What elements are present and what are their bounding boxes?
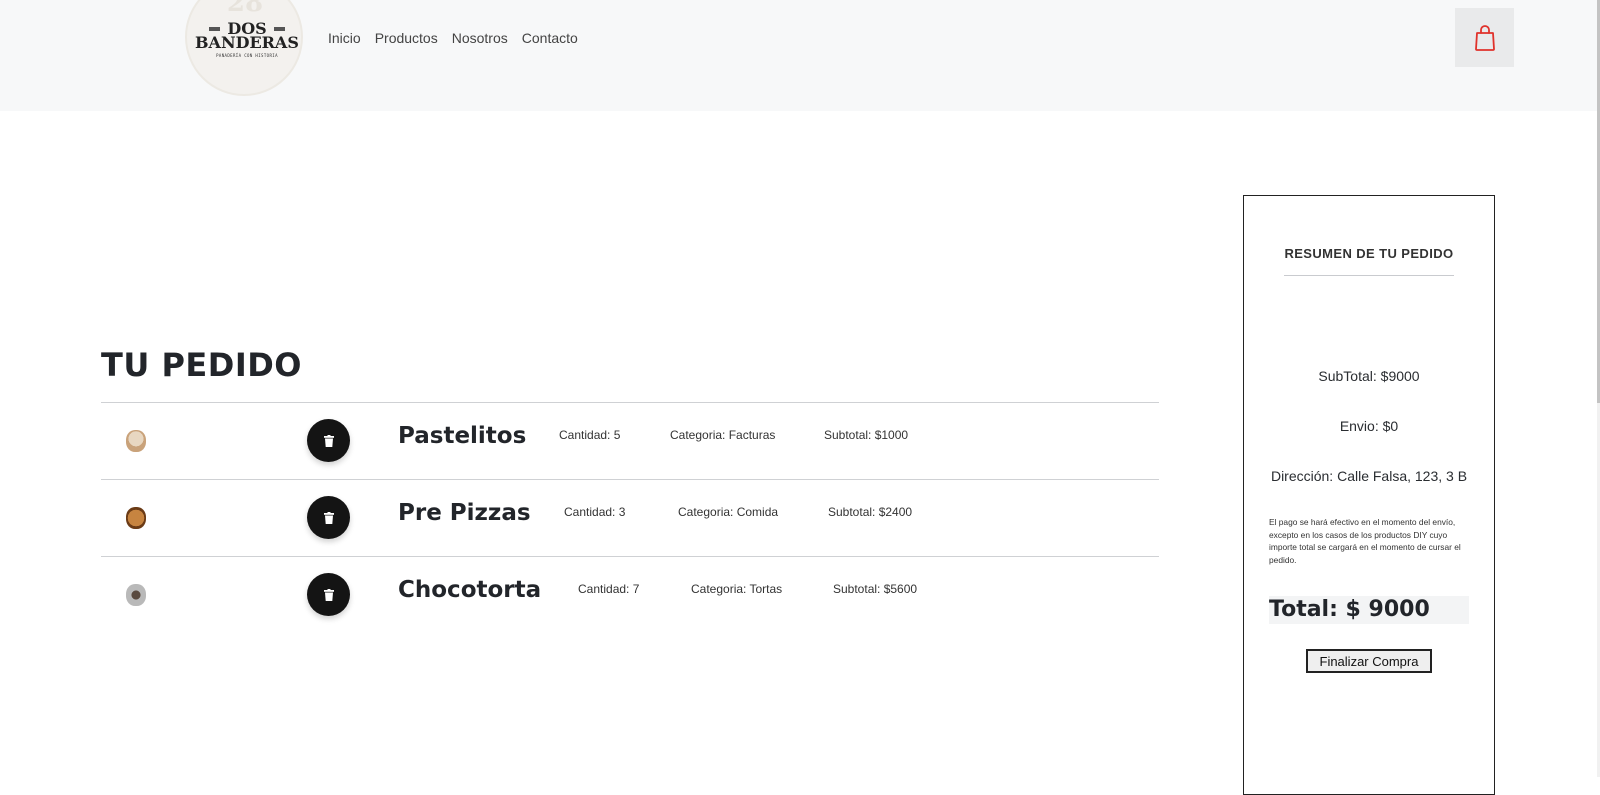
finish-purchase-button[interactable]: Finalizar Compra (1306, 649, 1432, 673)
total-box: Total: $ 9000 (1269, 596, 1469, 624)
summary-subtotal: SubTotal: $9000 (1318, 368, 1420, 384)
item-subtotal: Subtotal: $1000 (824, 428, 909, 442)
logo-bottom-text: BANDERAS (195, 33, 299, 52)
shopping-bag-icon (1474, 24, 1495, 51)
order-total: Total: $ 9000 (1269, 597, 1430, 622)
item-name: Pastelitos (398, 423, 527, 449)
order-item-row: Chocotorta Cantidad: 7 Categoria: Tortas… (101, 556, 1159, 633)
item-subtotal: Subtotal: $2400 (828, 505, 913, 519)
nav-link-nosotros[interactable]: Nosotros (452, 30, 508, 46)
summary-divider (1284, 275, 1454, 276)
delete-item-button[interactable] (307, 496, 350, 539)
order-item-row: Pre Pizzas Cantidad: 3 Categoria: Comida… (101, 479, 1159, 556)
summary-shipping: Envio: $0 (1339, 418, 1399, 434)
order-summary-panel: RESUMEN DE TU PEDIDO SubTotal: $9000 Env… (1243, 195, 1495, 795)
order-item-row: Pastelitos Cantidad: 5 Categoria: Factur… (101, 402, 1159, 479)
brand-logo[interactable]: 28 DOS BANDERAS PANADERÍA CON HISTORIA (185, 0, 305, 100)
nav-link-productos[interactable]: Productos (375, 30, 438, 46)
logo-dash-right (274, 27, 285, 31)
item-quantity: Cantidad: 3 (564, 505, 626, 519)
product-thumbnail (126, 430, 146, 452)
cart-button[interactable] (1455, 8, 1514, 67)
nav-link-contacto[interactable]: Contacto (522, 30, 578, 46)
item-name: Chocotorta (398, 577, 542, 603)
item-category: Categoria: Tortas (691, 582, 783, 596)
logo-seal-number: 28 (226, 0, 264, 18)
trash-icon (323, 588, 334, 601)
item-quantity: Cantidad: 5 (559, 428, 621, 442)
payment-note: El pago se hará efectivo en el momento d… (1269, 517, 1461, 565)
site-header: 28 DOS BANDERAS PANADERÍA CON HISTORIA I… (0, 0, 1600, 111)
delete-item-button[interactable] (307, 419, 350, 462)
item-category: Categoria: Facturas (670, 428, 776, 442)
summary-title: RESUMEN DE TU PEDIDO (1284, 246, 1454, 261)
item-subtotal: Subtotal: $5600 (833, 582, 918, 596)
logo-tagline: PANADERÍA CON HISTORIA (216, 53, 278, 58)
delete-item-button[interactable] (307, 573, 350, 616)
summary-address: Dirección: Calle Falsa, 123, 3 B (1270, 468, 1468, 484)
product-thumbnail (126, 584, 146, 606)
order-items-list: Pastelitos Cantidad: 5 Categoria: Factur… (101, 402, 1159, 633)
item-category: Categoria: Comida (678, 505, 779, 519)
product-thumbnail (126, 507, 146, 529)
item-name: Pre Pizzas (398, 500, 531, 526)
trash-icon (323, 511, 334, 524)
item-quantity: Cantidad: 7 (578, 582, 640, 596)
page-title: TU PEDIDO (101, 346, 302, 384)
main-nav: Inicio Productos Nosotros Contacto (328, 30, 578, 46)
trash-icon (323, 434, 334, 447)
nav-link-inicio[interactable]: Inicio (328, 30, 361, 46)
